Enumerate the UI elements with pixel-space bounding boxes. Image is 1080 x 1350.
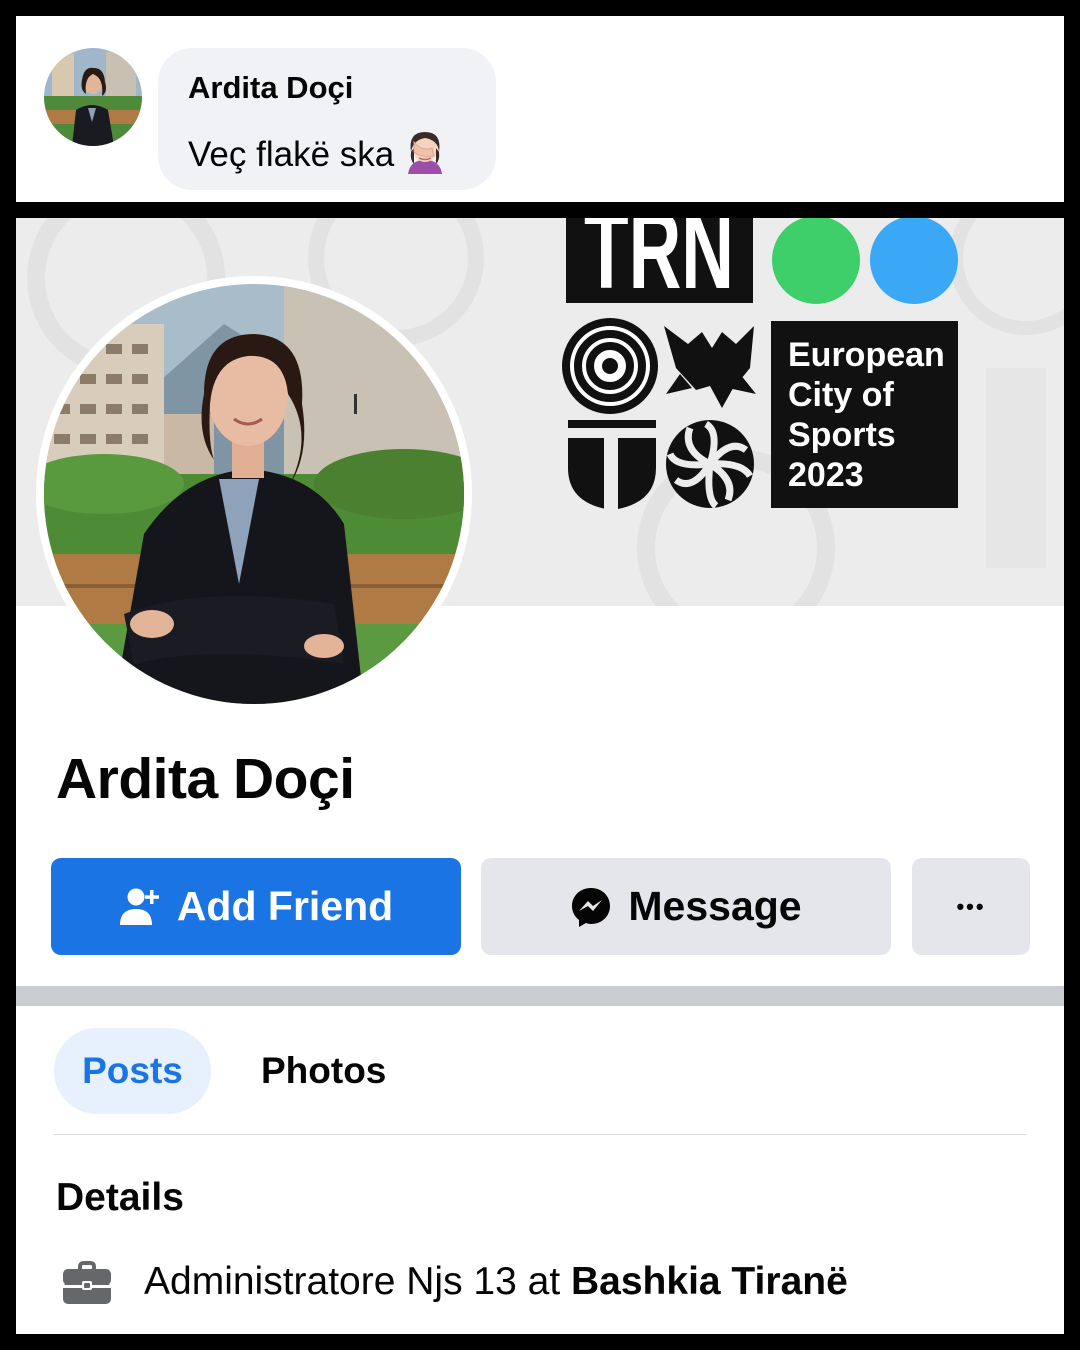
add-friend-button[interactable]: Add Friend (51, 858, 461, 955)
profile-name: Ardita Doçi (56, 747, 355, 811)
commenter-avatar[interactable] (44, 48, 142, 146)
badge-line-2: City of (788, 376, 894, 414)
message-label: Message (628, 883, 802, 929)
briefcase-icon (62, 1259, 112, 1305)
messenger-icon (570, 886, 612, 928)
work-connector: at (516, 1260, 572, 1303)
trn-logo-text: TRN (584, 218, 734, 312)
badge-line-1: European (788, 336, 945, 374)
swirl-icon (666, 420, 754, 509)
message-button[interactable]: Message (481, 858, 891, 955)
add-person-icon (119, 887, 161, 927)
svg-text:TRN: TRN (584, 218, 734, 312)
work-detail-row: Administratore Njs 13 at Bashkia Tiranë (62, 1254, 848, 1310)
tab-posts[interactable]: Posts (54, 1028, 211, 1114)
profile-panel: TRN European City of Sports 2023 Ardita … (16, 218, 1064, 1334)
work-role: Administratore Njs 13 (144, 1260, 517, 1303)
section-divider (16, 986, 1064, 1006)
woman-facepalming-emoji-icon (402, 128, 448, 183)
green-dot (772, 218, 860, 304)
badge-line-3: Sports (788, 416, 896, 454)
target-icon (562, 318, 658, 414)
details-heading: Details (56, 1176, 184, 1219)
tabs-divider (54, 1134, 1026, 1135)
comment-bubble: Ardita Doçi Veç flakë ska (158, 48, 496, 190)
more-dots-icon: ••• (956, 893, 986, 919)
blue-dot (870, 218, 958, 304)
comment-text-content: Veç flakë ska (188, 135, 395, 174)
comment-text: Veç flakë ska (188, 128, 448, 183)
tab-photos[interactable]: Photos (261, 1028, 386, 1114)
more-options-button[interactable]: ••• (912, 858, 1030, 955)
profile-picture[interactable] (36, 276, 472, 712)
work-place-link[interactable]: Bashkia Tiranë (571, 1260, 848, 1304)
comment-panel: Ardita Doçi Veç flakë ska (16, 16, 1064, 202)
shield-icon (568, 420, 656, 510)
badge-line-4: 2023 (788, 456, 864, 494)
comment-author[interactable]: Ardita Doçi (188, 70, 353, 106)
add-friend-label: Add Friend (176, 883, 394, 929)
